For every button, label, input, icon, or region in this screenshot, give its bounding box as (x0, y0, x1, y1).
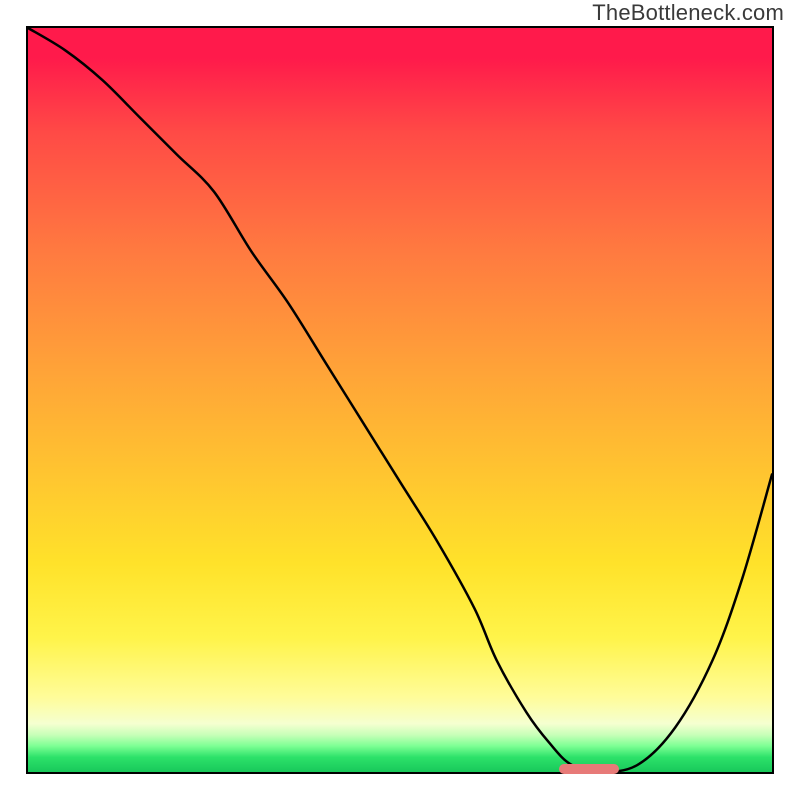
bottleneck-curve (28, 28, 772, 772)
watermark-label: TheBottleneck.com (592, 0, 784, 26)
plot-area (26, 26, 774, 774)
optimal-range-marker (559, 764, 619, 774)
chart-frame: TheBottleneck.com (0, 0, 800, 800)
